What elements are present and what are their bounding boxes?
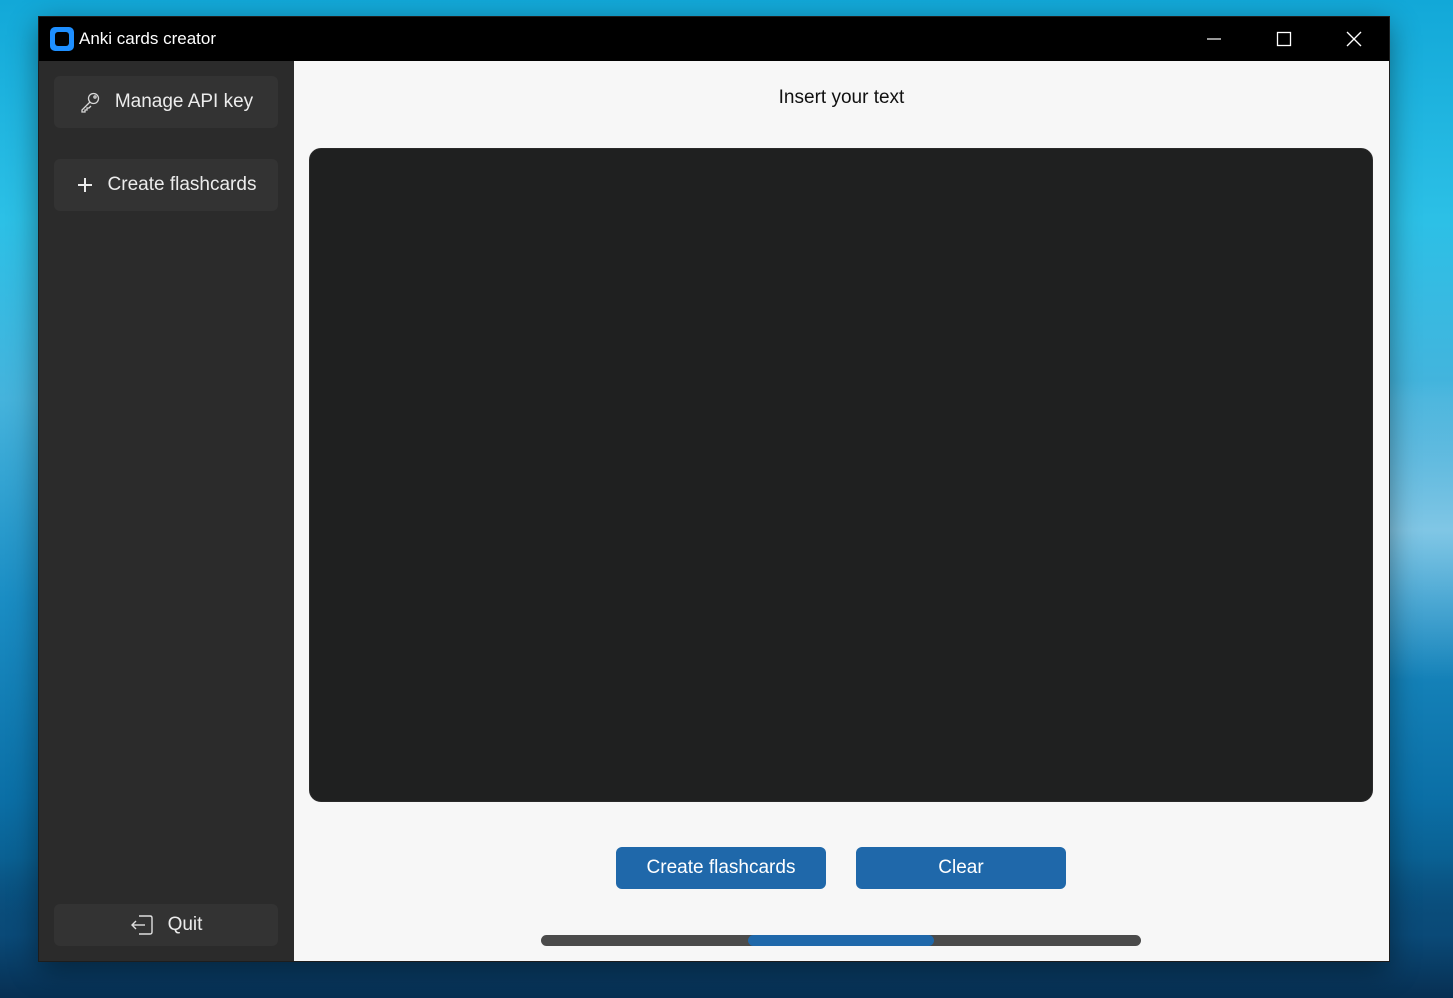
maximize-icon	[1276, 31, 1292, 47]
sidebar: Manage API key Create flashcards Quit	[39, 61, 294, 961]
app-window: Anki cards creator Manage API key Create…	[39, 17, 1389, 961]
key-icon	[79, 91, 101, 113]
minimize-icon	[1207, 38, 1221, 40]
progress-bar	[541, 935, 1141, 946]
main-panel: Insert your text Create flashcards Clear	[294, 61, 1389, 961]
create-flashcards-sidebar-label: Create flashcards	[107, 174, 257, 195]
quit-button[interactable]: Quit	[54, 904, 278, 946]
text-input-area[interactable]	[309, 148, 1373, 802]
manage-api-key-button[interactable]: Manage API key	[54, 76, 278, 128]
title-bar[interactable]: Anki cards creator	[39, 17, 1389, 61]
app-logo-icon	[50, 27, 74, 51]
manage-api-key-label: Manage API key	[114, 91, 254, 112]
maximize-button[interactable]	[1249, 17, 1319, 61]
exit-icon	[130, 914, 154, 936]
close-button[interactable]	[1319, 17, 1389, 61]
create-flashcards-button[interactable]: Create flashcards	[616, 847, 826, 889]
minimize-button[interactable]	[1179, 17, 1249, 61]
sidebar-item-create-flashcards[interactable]: Create flashcards	[54, 159, 278, 211]
progress-bar-fill	[748, 935, 934, 946]
close-icon	[1346, 31, 1362, 47]
page-title: Insert your text	[778, 87, 905, 108]
plus-icon	[76, 176, 94, 194]
window-title: Anki cards creator	[79, 29, 216, 48]
quit-label: Quit	[167, 914, 203, 935]
clear-button[interactable]: Clear	[856, 847, 1066, 889]
window-controls	[1179, 17, 1389, 61]
